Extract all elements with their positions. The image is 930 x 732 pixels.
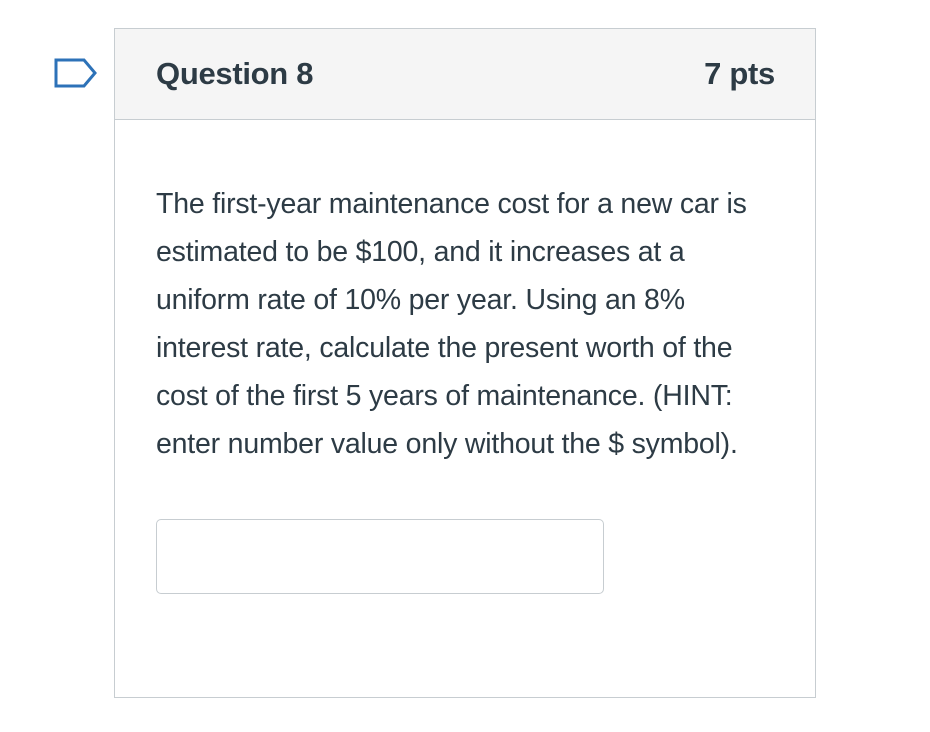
question-points: 7 pts bbox=[704, 56, 775, 91]
question-card: Question 8 7 pts The first-year maintena… bbox=[114, 28, 816, 698]
question-body: The first-year maintenance cost for a ne… bbox=[115, 120, 815, 594]
answer-input[interactable] bbox=[156, 519, 604, 594]
question-text: The first-year maintenance cost for a ne… bbox=[156, 188, 747, 460]
question-header: Question 8 7 pts bbox=[115, 29, 815, 120]
quiz-page: Question 8 7 pts The first-year maintena… bbox=[0, 0, 930, 732]
flag-question-icon[interactable] bbox=[54, 58, 98, 88]
question-title: Question 8 bbox=[156, 56, 314, 91]
